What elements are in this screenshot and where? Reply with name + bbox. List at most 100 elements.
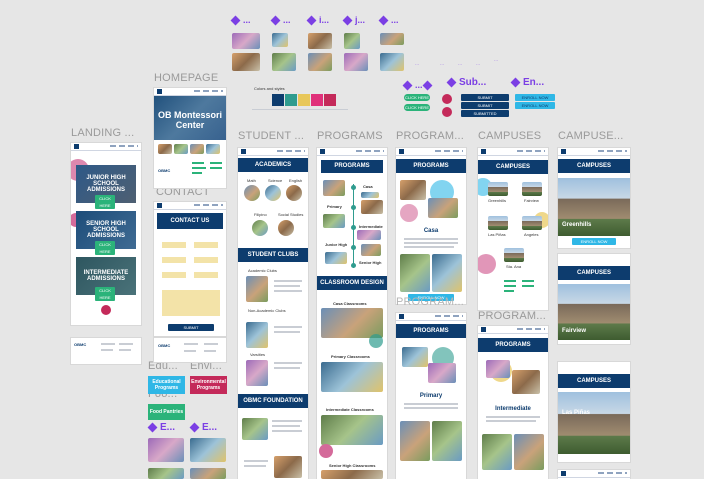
component-thumbnail[interactable]	[308, 33, 332, 49]
component-thumbnail[interactable]	[380, 53, 404, 71]
program-image[interactable]	[361, 200, 383, 214]
form-field[interactable]	[194, 272, 218, 278]
campus-name[interactable]: Greenhills	[488, 198, 506, 203]
scroll-button[interactable]	[101, 305, 111, 315]
component-label[interactable]: ...	[270, 15, 291, 26]
frame-label-homepage[interactable]: HOMEPAGE	[154, 72, 218, 84]
component-thumbnail[interactable]	[272, 53, 296, 71]
component-label[interactable]: ···	[458, 62, 462, 67]
campus-name[interactable]: Sta. Ana	[506, 264, 521, 269]
program-image[interactable]	[428, 198, 458, 218]
timeline-label[interactable]: Junior High	[325, 242, 347, 247]
click-here-button[interactable]: CLICK HERE	[404, 104, 430, 111]
component-thumbnail[interactable]	[232, 33, 260, 49]
form-field[interactable]	[162, 272, 186, 278]
frame-contact[interactable]: CONTACT US SUBMIT	[154, 202, 226, 336]
component-label[interactable]: ···	[440, 62, 444, 67]
frame-label-campuses-2[interactable]: CAMPUSE...	[558, 130, 624, 142]
click-here-button[interactable]: CLICK HERE	[95, 195, 115, 209]
program-image[interactable]	[361, 244, 381, 256]
foundation-image[interactable]	[242, 418, 268, 440]
program-image[interactable]	[357, 230, 381, 240]
program-image[interactable]	[402, 347, 428, 367]
subject-image[interactable]	[252, 220, 268, 236]
program-image[interactable]	[400, 421, 430, 461]
component-thumbnail[interactable]	[344, 53, 368, 71]
form-field[interactable]	[162, 242, 186, 248]
submit-button-hover[interactable]: SUBMIT	[461, 102, 509, 109]
component-thumbnail[interactable]	[232, 53, 260, 71]
campus-image[interactable]	[522, 216, 542, 230]
club-image[interactable]	[246, 322, 268, 348]
frame-landing[interactable]: JUNIOR HIGH SCHOOL ADMISSIONS CLICK HERE…	[71, 143, 141, 325]
component-label-sub[interactable]: Sub...	[446, 77, 486, 88]
component-label[interactable]: ···	[494, 58, 498, 63]
club-image[interactable]	[246, 276, 268, 302]
program-image[interactable]	[482, 434, 512, 470]
tag-food[interactable]: Food Pantries	[148, 404, 185, 420]
subject-image[interactable]	[244, 185, 260, 201]
component-label[interactable]: ...	[378, 15, 399, 26]
classroom-image[interactable]	[321, 470, 383, 479]
subject-image[interactable]	[286, 185, 302, 201]
component-thumbnail[interactable]	[148, 438, 184, 462]
campus-image[interactable]	[488, 182, 508, 196]
component-label[interactable]: E...	[147, 422, 175, 433]
program-image[interactable]	[323, 180, 345, 196]
enroll-button[interactable]: ENROLL NOW	[572, 238, 616, 245]
program-image[interactable]	[361, 192, 379, 198]
campus-name[interactable]: Fairview	[524, 198, 539, 203]
frame-homepage[interactable]: OB Montessori Center OBMC	[154, 88, 226, 188]
click-here-button[interactable]: CLICK HERE	[95, 241, 115, 255]
component-label[interactable]: j...	[342, 15, 365, 26]
component-thumbnail[interactable]	[190, 438, 226, 462]
program-image[interactable]	[432, 254, 462, 292]
program-image[interactable]	[323, 214, 345, 228]
component-label[interactable]: E...	[189, 422, 217, 433]
form-field[interactable]	[194, 242, 218, 248]
component-label[interactable]: i...	[306, 15, 329, 26]
subject-image[interactable]	[278, 220, 294, 236]
classroom-image[interactable]	[321, 415, 383, 445]
message-textarea[interactable]	[162, 290, 220, 316]
program-image[interactable]	[400, 180, 426, 200]
scroll-button[interactable]	[442, 94, 452, 104]
program-image[interactable]	[325, 252, 347, 264]
component-label[interactable]: ···	[476, 62, 480, 67]
component-thumbnail[interactable]	[190, 468, 226, 479]
club-image[interactable]	[246, 360, 268, 386]
component-thumbnail[interactable]	[380, 33, 404, 45]
component-thumbnail[interactable]	[344, 33, 360, 49]
frame-campus-next[interactable]	[558, 470, 630, 479]
component-label[interactable]: ...	[230, 15, 251, 26]
program-image[interactable]	[428, 363, 456, 383]
timeline-label[interactable]: Intermediate	[359, 224, 383, 229]
timeline-label[interactable]: Primary	[327, 204, 342, 209]
timeline-label[interactable]: Casa	[363, 184, 373, 189]
form-field[interactable]	[162, 257, 186, 263]
form-field[interactable]	[194, 257, 218, 263]
frame-campus-las-pinas[interactable]: CAMPUSES Las Piñas	[558, 362, 630, 462]
click-here-button[interactable]: CLICK HERE	[95, 287, 115, 301]
timeline-label[interactable]: Senior High	[359, 260, 381, 265]
component-label[interactable]: ...	[402, 80, 423, 91]
submit-button[interactable]: SUBMIT	[168, 324, 214, 331]
frame-label-programs-3[interactable]: PROGRAM...	[396, 296, 464, 308]
program-image[interactable]	[514, 434, 544, 470]
frame-label-student[interactable]: STUDENT ...	[238, 130, 304, 142]
frame-program-intermediate[interactable]: PROGRAMS Intermediate	[478, 326, 548, 479]
scroll-button[interactable]	[442, 107, 452, 117]
frame-campus-fairview[interactable]: CAMPUSES Fairview	[558, 254, 630, 344]
component-thumbnail[interactable]	[148, 468, 184, 479]
program-image[interactable]	[512, 370, 540, 394]
component-thumbnail[interactable]	[308, 53, 332, 71]
enroll-button-hover[interactable]: ENROLL NOW	[515, 102, 555, 109]
classroom-image[interactable]	[321, 362, 383, 392]
program-image[interactable]	[432, 421, 462, 461]
frame-label-campuses[interactable]: CAMPUSES	[478, 130, 541, 142]
click-here-button[interactable]: CLICK HERE	[404, 94, 430, 101]
frame-programs[interactable]: PROGRAMS Casa Primary Intermediate Junio…	[317, 148, 387, 479]
submit-button[interactable]: SUBMIT	[461, 94, 509, 101]
frame-label-programs-2[interactable]: PROGRAM...	[396, 130, 464, 142]
frame-label-programs-4[interactable]: PROGRAM...	[478, 310, 546, 322]
